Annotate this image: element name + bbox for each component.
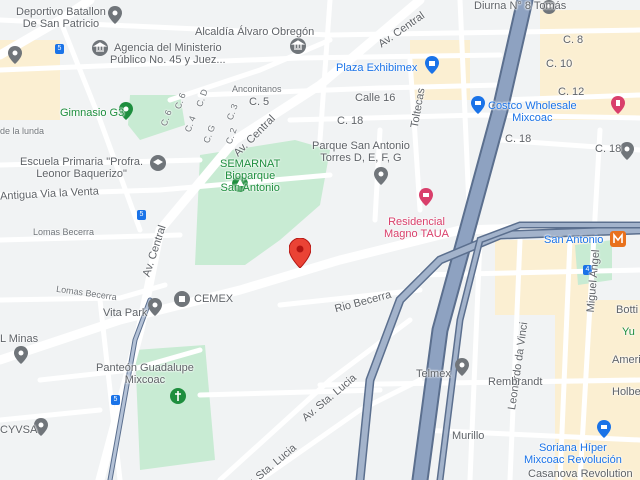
- route-shield: 5: [55, 44, 64, 54]
- place-label[interactable]: Deportivo Batallon De San Patricio: [16, 6, 106, 30]
- place-label[interactable]: Holbei: [612, 386, 640, 398]
- place-label[interactable]: Ameri: [612, 354, 640, 366]
- place-label[interactable]: Telmex: [416, 368, 451, 380]
- shopping-cart-icon[interactable]: [470, 96, 486, 114]
- place-label[interactable]: SEMARNAT Bioparque San Antonio: [220, 158, 280, 194]
- government-building-icon[interactable]: [92, 40, 108, 56]
- school-icon[interactable]: [150, 155, 166, 171]
- place-label[interactable]: Panteón Guadalupe Mixcoac: [96, 362, 194, 386]
- street-label: C. 5: [249, 96, 270, 108]
- street-label: Rembrandt: [488, 376, 543, 388]
- street-label: C. 18: [505, 133, 532, 145]
- metro-station-icon[interactable]: [610, 231, 626, 247]
- place-label[interactable]: Soriana Híper Mixcoac Revolución: [524, 442, 622, 466]
- landmark-pin-icon[interactable]: [455, 358, 469, 376]
- place-label[interactable]: Agencia del Ministerio Público No. 45 y …: [110, 42, 226, 66]
- place-label[interactable]: Costco Wholesale Mixcoac: [488, 100, 577, 124]
- place-label[interactable]: Parque San Antonio Torres D, E, F, G: [312, 140, 410, 164]
- route-shield: 5: [137, 210, 146, 220]
- street-label: Anconitanos: [232, 84, 282, 94]
- place-label[interactable]: L Minas: [0, 333, 38, 345]
- route-shield: 5: [111, 395, 120, 405]
- street-label: Calle 16: [355, 92, 396, 104]
- hotel-pin-icon[interactable]: [418, 188, 434, 206]
- landmark-pin-icon[interactable]: [8, 46, 22, 64]
- government-building-icon[interactable]: [290, 38, 306, 54]
- shopping-cart-icon[interactable]: [596, 420, 612, 438]
- place-label[interactable]: Vita Park: [103, 307, 147, 319]
- place-label[interactable]: Diurna N° 8 Tomás: [474, 0, 566, 12]
- place-label[interactable]: San Antonio: [544, 234, 603, 246]
- landmark-pin-icon[interactable]: [14, 346, 28, 364]
- street-label: Murillo: [452, 430, 485, 442]
- place-label[interactable]: CYVSA: [0, 424, 37, 436]
- street-label: C. 8: [563, 34, 584, 46]
- cemetery-icon[interactable]: [170, 388, 186, 404]
- place-label[interactable]: Residencial Magno TAUA: [384, 216, 449, 240]
- street-label: C. 10: [546, 58, 573, 70]
- dropped-pin-marker-icon[interactable]: [289, 238, 311, 268]
- street-label: C. 18: [337, 115, 364, 127]
- landmark-pin-icon[interactable]: [148, 298, 162, 316]
- shopping-bag-icon[interactable]: [424, 56, 440, 74]
- place-label[interactable]: Yu: [622, 326, 635, 338]
- street-label: Lomas Becerra: [33, 227, 95, 237]
- street-label: C. 18: [595, 143, 622, 155]
- street-label: C. 12: [558, 86, 585, 98]
- landmark-pin-icon[interactable]: [108, 6, 122, 24]
- place-label[interactable]: Alcaldía Álvaro Obregón: [195, 26, 314, 38]
- place-label[interactable]: Gimnasio G3: [60, 107, 124, 119]
- business-icon[interactable]: [174, 291, 190, 307]
- landmark-pin-icon[interactable]: [374, 167, 388, 185]
- map-canvas[interactable]: 5 5 5 4 Deportivo Batallon De San Patric…: [0, 0, 640, 480]
- place-label[interactable]: CEMEX: [194, 293, 233, 305]
- place-label[interactable]: Casanova Revolution: [528, 468, 633, 480]
- place-label[interactable]: Escuela Primaria "Profra. Leonor Baqueri…: [20, 156, 143, 180]
- street-label: de la lunda: [0, 126, 45, 136]
- pharmacy-pin-icon[interactable]: [610, 96, 626, 114]
- landmark-pin-icon[interactable]: [620, 142, 634, 160]
- place-label[interactable]: Plaza Exhibimex: [336, 62, 417, 74]
- place-label[interactable]: Botti: [616, 304, 638, 316]
